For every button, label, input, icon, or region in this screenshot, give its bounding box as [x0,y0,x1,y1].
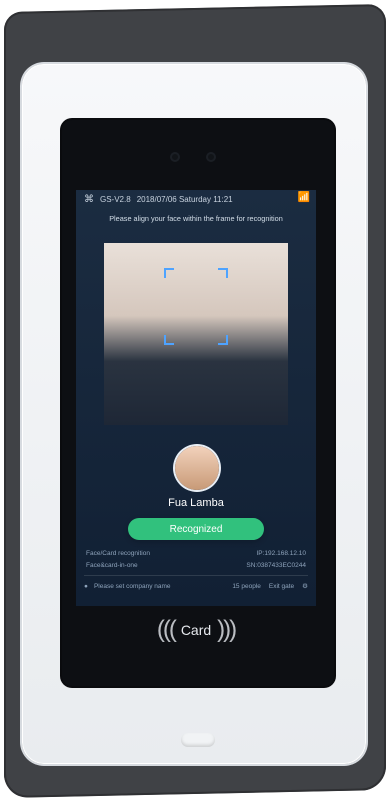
footer: ● Please set company name 15 people Exit… [84,582,308,591]
focus-bracket-bottom-left [164,335,174,345]
divider [84,575,308,576]
nfc-wave-left-icon: ((( [156,616,177,643]
recognized-face-thumbnail [175,446,219,490]
exit-gate-label: Exit gate [268,582,295,590]
device-screen: ⌘ GS-V2.8 2018/07/06 Saturday 11:21 📶 Pl… [76,190,316,606]
wifi-icon: 📶 [297,192,310,203]
ip-label: IP:192.168.12.10 [256,550,306,557]
card-reader-logo: ((( Card ))) [126,610,266,650]
card-label: Card [180,622,212,638]
info-row: Face&card-in-one SN:0387433EC0244 [86,562,306,569]
mode-label: Face/Card recognition [86,550,150,557]
company-icon: ● [84,582,88,590]
focus-bracket-top-right [218,268,228,278]
sn-label: SN:0387433EC0244 [246,562,306,569]
status-bar: ⌘ GS-V2.8 2018/07/06 Saturday 11:21 [76,190,316,208]
people-label: 15 people [232,582,261,590]
focus-bracket-top-left [164,268,174,278]
camera-preview [104,243,288,425]
datetime-label: 2018/07/06 Saturday 11:21 [136,194,233,204]
nfc-wave-right-icon: ))) [217,616,237,643]
company-label: Please set company name [93,582,171,590]
settings-icon[interactable]: ⚙ [302,582,308,590]
bottom-notch [181,733,215,747]
version-label: GS-V2.8 [100,194,131,204]
camera-lens-right [206,152,216,162]
camera-lens-left [170,152,180,162]
recognized-button[interactable]: Recognized [128,518,264,540]
mode2-label: Face&card-in-one [86,562,138,569]
app-icon: ⌘ [84,193,94,205]
person-name: Fua Lamba [168,497,224,509]
info-row: Face/Card recognition IP:192.168.12.10 [86,550,306,557]
focus-bracket-bottom-right [218,335,228,345]
instruction-text: Please align your face within the frame … [109,214,283,223]
